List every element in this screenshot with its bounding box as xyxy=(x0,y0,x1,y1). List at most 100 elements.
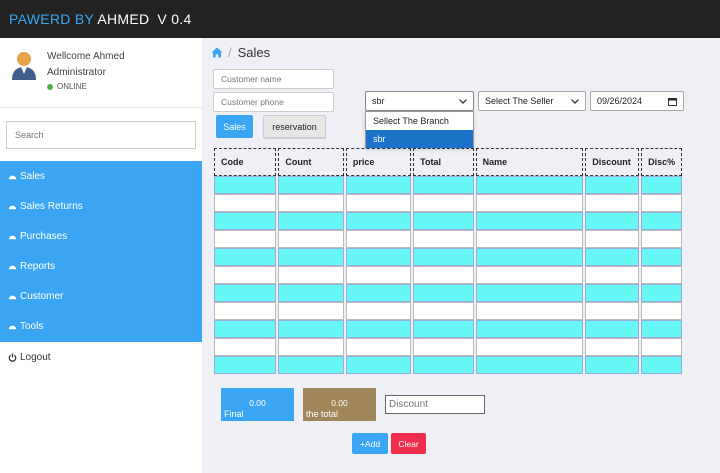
grid-cell[interactable] xyxy=(413,320,474,338)
grid-cell[interactable] xyxy=(585,230,640,248)
grid-cell[interactable] xyxy=(641,176,682,194)
date-input[interactable]: 09/26/2024 xyxy=(590,91,684,111)
grid-cell[interactable] xyxy=(413,284,474,302)
grid-cell[interactable] xyxy=(641,320,682,338)
add-button[interactable]: +Add xyxy=(352,433,388,454)
grid-cell[interactable] xyxy=(214,338,277,356)
grid-cell[interactable] xyxy=(641,194,682,212)
grid-cell[interactable] xyxy=(475,338,584,356)
grid-cell[interactable] xyxy=(345,266,412,284)
grid-cell[interactable] xyxy=(475,284,584,302)
grid-cell[interactable] xyxy=(413,266,474,284)
calendar-icon[interactable] xyxy=(668,97,677,106)
seller-select[interactable]: Select The Seller xyxy=(478,91,586,111)
grid-cell[interactable] xyxy=(475,320,584,338)
grid-cell[interactable] xyxy=(641,338,682,356)
sidebar-search-input[interactable] xyxy=(6,121,196,149)
grid-cell[interactable] xyxy=(278,266,344,284)
grid-cell[interactable] xyxy=(278,338,344,356)
grid-cell[interactable] xyxy=(214,266,277,284)
grid-cell[interactable] xyxy=(641,266,682,284)
grid-cell[interactable] xyxy=(214,194,277,212)
grid-cell[interactable] xyxy=(475,266,584,284)
grid-cell[interactable] xyxy=(214,230,277,248)
grid-cell[interactable] xyxy=(345,248,412,266)
grid-cell[interactable] xyxy=(585,302,640,320)
grid-cell[interactable] xyxy=(585,176,640,194)
sidebar-item-purchases[interactable]: Purchases xyxy=(0,221,202,251)
grid-cell[interactable] xyxy=(475,176,584,194)
grid-cell[interactable] xyxy=(345,212,412,230)
grid-cell[interactable] xyxy=(278,194,344,212)
grid-cell[interactable] xyxy=(345,356,412,374)
sidebar-item-sales[interactable]: Sales xyxy=(0,161,202,191)
grid-cell[interactable] xyxy=(641,356,682,374)
grid-cell[interactable] xyxy=(214,176,277,194)
grid-cell[interactable] xyxy=(345,176,412,194)
grid-cell[interactable] xyxy=(475,302,584,320)
grid-cell[interactable] xyxy=(585,284,640,302)
grid-cell[interactable] xyxy=(641,284,682,302)
grid-cell[interactable] xyxy=(278,212,344,230)
grid-cell[interactable] xyxy=(585,338,640,356)
grid-cell[interactable] xyxy=(214,320,277,338)
grid-cell[interactable] xyxy=(413,176,474,194)
grid-cell[interactable] xyxy=(475,212,584,230)
grid-cell[interactable] xyxy=(214,356,277,374)
grid-cell[interactable] xyxy=(345,284,412,302)
customer-name-input[interactable] xyxy=(213,69,334,89)
customer-phone-input[interactable] xyxy=(213,92,334,112)
logout-link[interactable]: Logout xyxy=(8,352,51,363)
branch-option-selected[interactable]: sbr xyxy=(366,130,473,148)
grid-cell[interactable] xyxy=(413,212,474,230)
grid-cell[interactable] xyxy=(214,302,277,320)
grid-cell[interactable] xyxy=(214,212,277,230)
grid-cell[interactable] xyxy=(641,212,682,230)
grid-cell[interactable] xyxy=(585,212,640,230)
grid-cell[interactable] xyxy=(585,356,640,374)
clear-button[interactable]: Clear xyxy=(391,433,426,454)
grid-cell[interactable] xyxy=(278,176,344,194)
branch-option[interactable]: Sellect The Branch xyxy=(366,112,473,130)
grid-cell[interactable] xyxy=(413,230,474,248)
grid-cell[interactable] xyxy=(214,284,277,302)
sales-button[interactable]: Sales xyxy=(216,115,253,138)
sidebar-item-sales-returns[interactable]: Sales Returns xyxy=(0,191,202,221)
grid-cell[interactable] xyxy=(214,248,277,266)
discount-input[interactable] xyxy=(385,395,485,414)
sidebar-item-reports[interactable]: Reports xyxy=(0,251,202,281)
grid-cell[interactable] xyxy=(345,302,412,320)
grid-cell[interactable] xyxy=(278,248,344,266)
grid-cell[interactable] xyxy=(585,194,640,212)
grid-cell[interactable] xyxy=(278,230,344,248)
grid-cell[interactable] xyxy=(585,320,640,338)
grid-cell[interactable] xyxy=(278,356,344,374)
grid-cell[interactable] xyxy=(585,266,640,284)
table-row xyxy=(214,194,682,212)
grid-cell[interactable] xyxy=(475,230,584,248)
grid-cell[interactable] xyxy=(413,194,474,212)
grid-cell[interactable] xyxy=(345,338,412,356)
grid-cell[interactable] xyxy=(641,248,682,266)
grid-cell[interactable] xyxy=(413,356,474,374)
grid-cell[interactable] xyxy=(345,194,412,212)
grid-cell[interactable] xyxy=(641,230,682,248)
home-icon[interactable] xyxy=(211,47,223,58)
sidebar-item-tools[interactable]: Tools xyxy=(0,311,202,341)
grid-cell[interactable] xyxy=(641,302,682,320)
grid-cell[interactable] xyxy=(413,338,474,356)
branch-select[interactable]: sbr xyxy=(365,91,474,111)
grid-cell[interactable] xyxy=(278,284,344,302)
grid-cell[interactable] xyxy=(413,302,474,320)
grid-cell[interactable] xyxy=(278,320,344,338)
grid-cell[interactable] xyxy=(475,248,584,266)
sidebar-item-customer[interactable]: Customer xyxy=(0,281,202,311)
grid-cell[interactable] xyxy=(345,320,412,338)
grid-cell[interactable] xyxy=(475,356,584,374)
grid-cell[interactable] xyxy=(278,302,344,320)
grid-cell[interactable] xyxy=(345,230,412,248)
grid-cell[interactable] xyxy=(585,248,640,266)
grid-cell[interactable] xyxy=(413,248,474,266)
reservation-button[interactable]: reservation xyxy=(263,115,326,138)
grid-cell[interactable] xyxy=(475,194,584,212)
